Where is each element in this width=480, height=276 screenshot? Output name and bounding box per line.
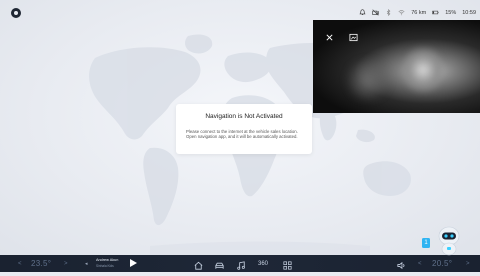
battery-percent: 15%: [445, 9, 457, 16]
media-previous-button[interactable]: ◂: [85, 255, 88, 272]
media-title[interactable]: Andrew Akun: [96, 258, 118, 262]
battery-icon: [432, 9, 439, 16]
close-icon[interactable]: [323, 31, 335, 43]
apps-grid-icon[interactable]: [282, 258, 293, 270]
dialog-title: Navigation is Not Activated: [205, 113, 283, 120]
play-icon[interactable]: [130, 259, 137, 267]
right-temp-decrease-button[interactable]: <: [418, 255, 422, 272]
camera-feed-shape: [403, 45, 443, 95]
bluetooth-icon[interactable]: [385, 9, 392, 16]
navigation-not-activated-dialog[interactable]: Navigation is Not Activated Please conne…: [176, 104, 312, 154]
assistant-badge[interactable]: 1: [422, 238, 430, 248]
left-temperature[interactable]: 23.5°: [31, 255, 51, 272]
volume-icon[interactable]: [396, 258, 407, 270]
360-camera-icon[interactable]: 360: [258, 255, 268, 272]
left-temp-decrease-button[interactable]: <: [18, 255, 22, 272]
taskbar: < 23.5° > ◂ Andrew Akun Sinhala Kids 360…: [0, 255, 480, 272]
camera-feed-shape: [343, 60, 393, 100]
notification-icon[interactable]: [359, 9, 366, 16]
range-text: 76 km: [411, 9, 427, 16]
status-bar: 76 km 15% 10:59: [359, 9, 476, 16]
assistant-mascot-icon[interactable]: [437, 226, 461, 256]
media-subtitle: Sinhala Kids: [96, 264, 114, 268]
camera-preview[interactable]: [313, 20, 480, 113]
profile-icon[interactable]: [11, 8, 21, 18]
right-temp-increase-button[interactable]: >: [466, 255, 470, 272]
right-temperature[interactable]: 20.5°: [432, 255, 452, 272]
music-icon[interactable]: [236, 258, 247, 270]
camera-off-icon[interactable]: [372, 9, 379, 16]
left-temp-increase-button[interactable]: >: [64, 255, 68, 272]
car-icon[interactable]: [214, 258, 225, 269]
dialog-message: Please connect to the internet at the ve…: [186, 129, 298, 140]
wifi-icon[interactable]: [398, 9, 405, 16]
picture-in-picture-icon[interactable]: [347, 31, 359, 43]
clock: 10:59: [462, 9, 476, 16]
home-icon[interactable]: [193, 258, 204, 270]
